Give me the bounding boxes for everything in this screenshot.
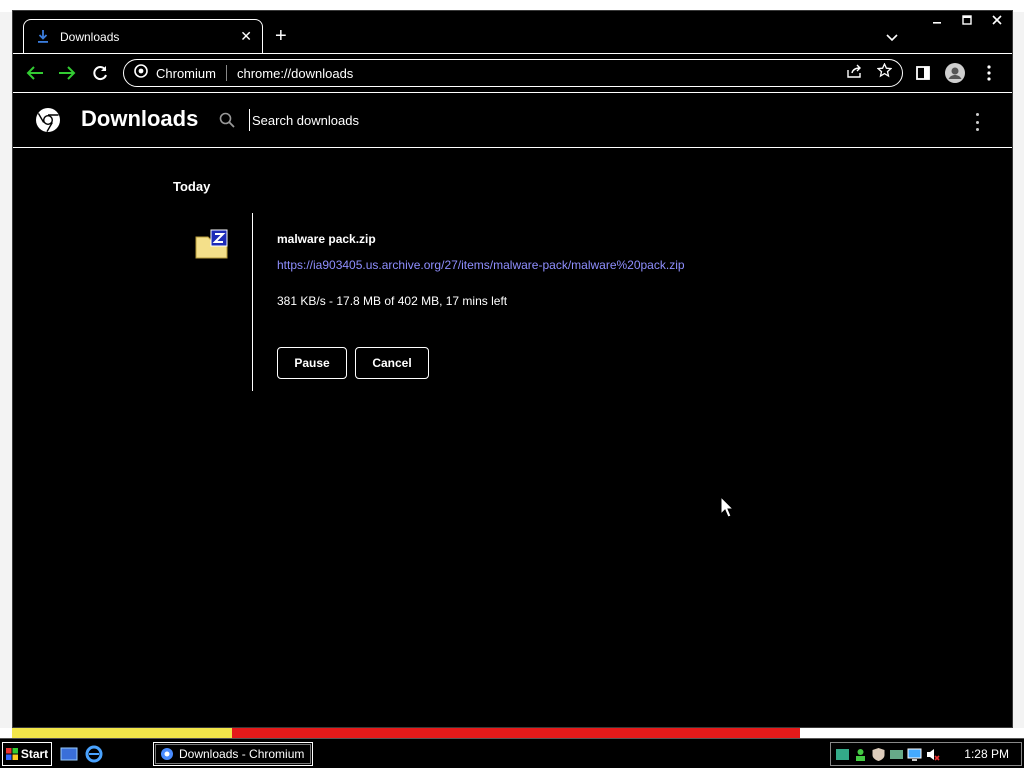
tray-security-icon[interactable] — [871, 747, 886, 762]
start-button[interactable]: Start — [2, 742, 52, 766]
maximize-button[interactable] — [952, 11, 982, 29]
back-arrow-icon[interactable] — [25, 63, 45, 83]
url-text[interactable]: chrome://downloads — [237, 66, 847, 81]
show-desktop-icon[interactable] — [60, 745, 78, 763]
mouse-pointer-icon — [720, 495, 735, 523]
tab-strip: Downloads ✕ + — [13, 11, 1012, 53]
taskbar-chromium-button[interactable]: Downloads - Chromium — [153, 742, 313, 766]
bookmark-star-icon[interactable] — [876, 62, 893, 83]
minimize-button[interactable] — [922, 11, 952, 29]
volume-muted-icon[interactable] — [925, 747, 940, 762]
search-downloads-input[interactable] — [249, 109, 549, 131]
taskbar: Start Downloads - Chromium 1:28 PM — [0, 738, 1024, 768]
forward-arrow-icon[interactable] — [57, 63, 77, 83]
tab-downloads[interactable]: Downloads ✕ — [23, 19, 263, 53]
item-divider — [252, 213, 253, 391]
downloads-menu-icon[interactable] — [972, 113, 982, 131]
tray-monitor-icon[interactable] — [907, 747, 922, 762]
tray-users-icon[interactable] — [853, 747, 868, 762]
close-window-button[interactable] — [982, 11, 1012, 29]
taskbar-task-label: Downloads - Chromium — [179, 747, 305, 761]
browser-toolbar: Chromium chrome://downloads — [13, 53, 1012, 91]
share-icon[interactable] — [847, 64, 863, 83]
file-source-link[interactable]: https://ia903405.us.archive.org/27/items… — [277, 258, 685, 272]
pause-button[interactable]: Pause — [277, 347, 347, 379]
download-icon — [36, 30, 50, 44]
browser-window: Downloads ✕ + Chromium chrome://download… — [12, 10, 1013, 728]
tab-title: Downloads — [60, 29, 120, 44]
profile-avatar-icon[interactable] — [945, 63, 965, 83]
internet-explorer-icon[interactable] — [85, 745, 103, 763]
chromium-taskbar-icon — [161, 748, 173, 760]
tab-search-chevron-icon[interactable] — [886, 29, 898, 47]
desktop-right-strip — [1012, 12, 1024, 728]
date-group-heading: Today — [173, 179, 211, 194]
windows-logo-icon — [5, 748, 18, 760]
address-bar[interactable]: Chromium chrome://downloads — [123, 59, 903, 87]
tab-close-icon[interactable]: ✕ — [240, 28, 252, 45]
taskbar-clock: 1:28 PM — [964, 747, 1009, 761]
chromium-logo-icon — [35, 107, 61, 133]
downloads-list: Today malware pack.zip https://ia903405.… — [13, 149, 1012, 727]
new-tab-button[interactable]: + — [275, 26, 287, 46]
desktop-left-strip — [0, 12, 12, 728]
search-icon[interactable] — [219, 112, 235, 133]
tray-app-icon[interactable] — [835, 747, 850, 762]
tray-network-icon[interactable] — [889, 747, 904, 762]
downloads-header: Downloads — [13, 92, 1012, 148]
cancel-button[interactable]: Cancel — [355, 347, 429, 379]
download-item: malware pack.zip https://ia903405.us.arc… — [173, 213, 853, 391]
file-name[interactable]: malware pack.zip — [277, 232, 376, 246]
reload-icon[interactable] — [90, 63, 110, 83]
download-progress-text: 381 KB/s - 17.8 MB of 402 MB, 17 mins le… — [277, 294, 508, 308]
page-title: Downloads — [81, 106, 199, 131]
browser-menu-icon[interactable] — [979, 63, 999, 83]
window-controls — [922, 11, 1012, 29]
omnibox-separator — [225, 65, 227, 81]
side-panel-icon[interactable] — [913, 63, 933, 83]
chromium-site-icon — [134, 63, 148, 83]
start-label: Start — [20, 747, 49, 761]
system-tray: 1:28 PM — [830, 742, 1022, 766]
zip-file-icon — [195, 229, 229, 259]
site-name: Chromium — [156, 65, 216, 81]
